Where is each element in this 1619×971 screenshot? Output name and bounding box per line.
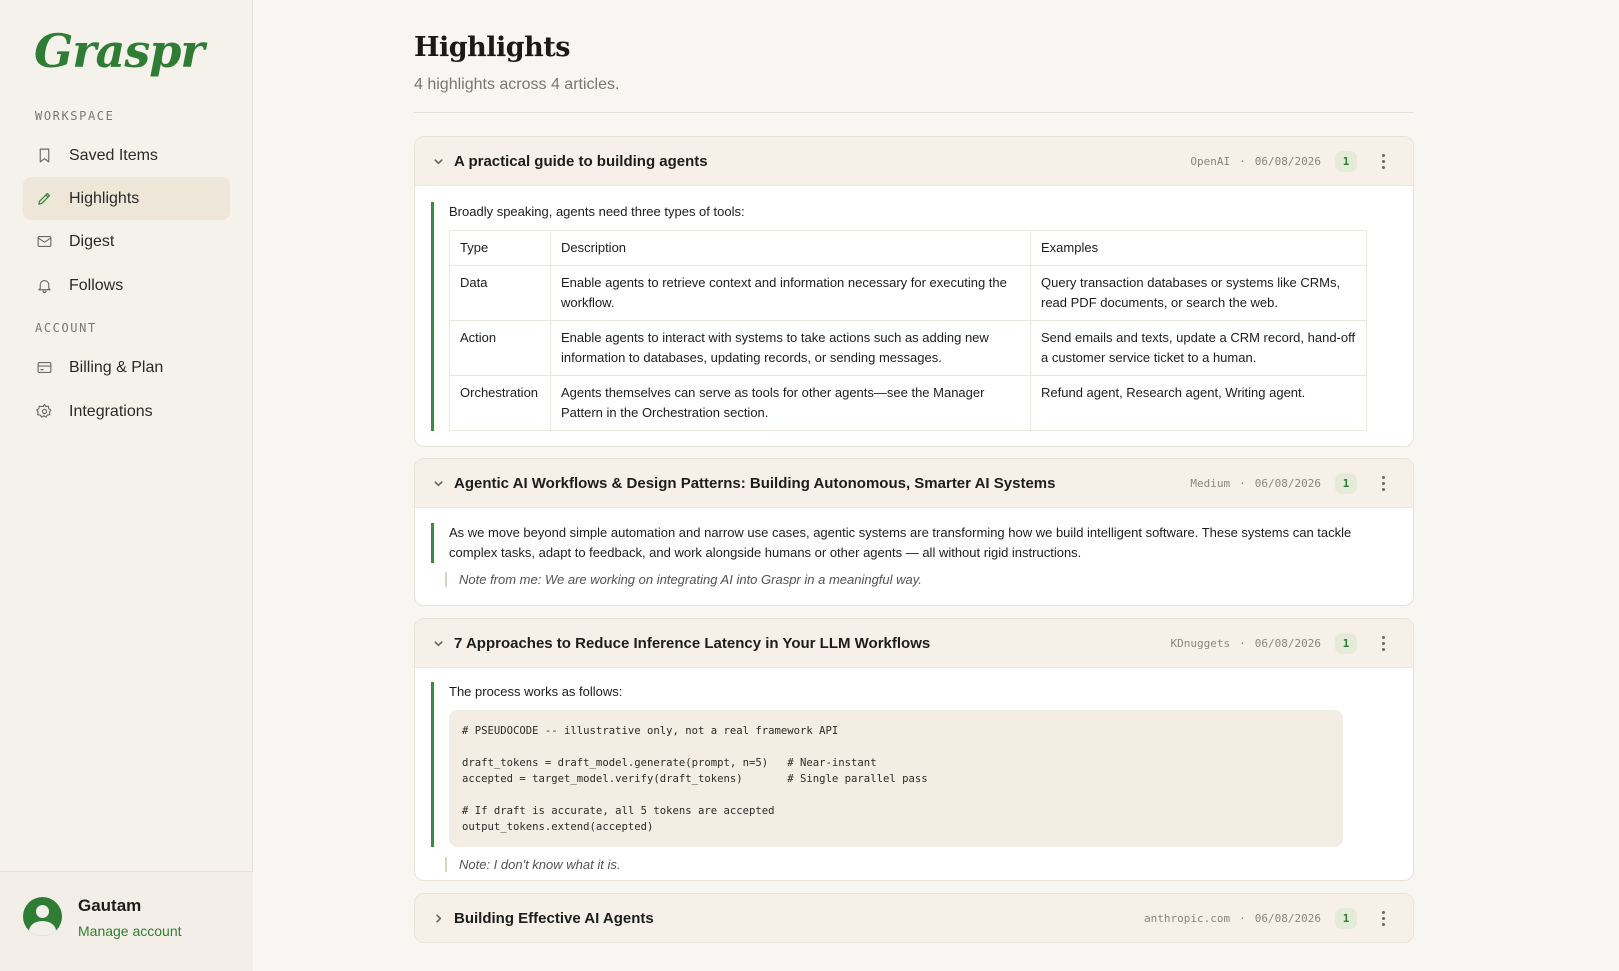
article-meta: Medium · 06/08/2026 <box>1190 477 1321 490</box>
article-date: 06/08/2026 <box>1254 155 1321 168</box>
article-card-body: As we move beyond simple automation and … <box>415 508 1413 603</box>
chevron-down-icon[interactable] <box>431 636 445 650</box>
article-meta: anthropic.com · 06/08/2026 <box>1144 912 1321 925</box>
article-date: 06/08/2026 <box>1254 912 1321 925</box>
article-title[interactable]: Building Effective AI Agents <box>454 910 654 927</box>
sidebar-item-label: Digest <box>69 232 115 250</box>
article-card-header[interactable]: A practical guide to building agents Ope… <box>415 137 1413 186</box>
page-title: Highlights <box>414 32 570 63</box>
chevron-right-icon[interactable] <box>431 912 445 926</box>
gear-icon <box>35 403 53 421</box>
code-block: # PSEUDOCODE -- illustrative only, not a… <box>449 710 1343 847</box>
article-card: 7 Approaches to Reduce Inference Latency… <box>414 618 1414 881</box>
table-cell: Refund agent, Research agent, Writing ag… <box>1030 375 1367 431</box>
avatar[interactable] <box>23 897 62 936</box>
more-options-icon[interactable] <box>1375 633 1391 654</box>
sidebar-item-label: Follows <box>69 276 124 294</box>
sidebar-item-label: Saved Items <box>69 146 158 164</box>
article-card-header[interactable]: 7 Approaches to Reduce Inference Latency… <box>415 619 1413 668</box>
article-meta: KDnuggets · 06/08/2026 <box>1170 637 1321 650</box>
user-panel: Gautam Manage account <box>0 871 253 971</box>
more-options-icon[interactable] <box>1375 151 1391 172</box>
article-source: anthropic.com <box>1144 912 1231 925</box>
sidebar-item-follows[interactable]: Follows <box>23 264 230 307</box>
table-cell: Orchestration <box>449 375 551 431</box>
article-source: KDnuggets <box>1170 637 1231 650</box>
table-header-cell: Type <box>449 230 551 266</box>
highlight-text: The process works as follows: <box>449 684 623 699</box>
article-card-body: Broadly speaking, agents need three type… <box>415 186 1413 446</box>
article-card: Building Effective AI Agents anthropic.c… <box>414 893 1414 943</box>
article-card: Agentic AI Workflows & Design Patterns: … <box>414 458 1414 606</box>
table-cell: Data <box>449 265 551 321</box>
sidebar-item-label: Integrations <box>69 402 153 420</box>
article-card-header[interactable]: Agentic AI Workflows & Design Patterns: … <box>415 459 1413 508</box>
account-section-label: ACCOUNT <box>35 321 97 335</box>
sidebar-item-billing[interactable]: Billing & Plan <box>23 346 230 389</box>
sidebar-item-saved-items[interactable]: Saved Items <box>23 134 230 177</box>
chevron-down-icon[interactable] <box>431 476 445 490</box>
highlight-count-badge: 1 <box>1335 908 1357 929</box>
chevron-down-icon[interactable] <box>431 154 445 168</box>
table-cell: Agents themselves can serve as tools for… <box>550 375 1031 431</box>
app-logo[interactable]: Graspr <box>34 24 205 78</box>
sidebar-item-highlights[interactable]: Highlights <box>23 177 230 220</box>
user-name: Gautam <box>78 896 142 915</box>
manage-account-link[interactable]: Manage account <box>78 923 182 939</box>
header-divider <box>414 112 1414 113</box>
table-row: Orchestration Agents themselves can serv… <box>449 375 1367 431</box>
article-meta: OpenAI · 06/08/2026 <box>1190 155 1321 168</box>
bookmark-icon <box>35 147 53 165</box>
highlight-count-badge: 1 <box>1335 633 1357 654</box>
table-cell: Action <box>449 320 551 376</box>
article-title[interactable]: 7 Approaches to Reduce Inference Latency… <box>454 635 930 652</box>
highlight-note: Note from me: We are working on integrat… <box>445 572 1369 587</box>
highlight-block: Broadly speaking, agents need three type… <box>431 202 1369 431</box>
credit-card-icon <box>35 359 53 377</box>
article-title[interactable]: A practical guide to building agents <box>454 153 708 170</box>
highlight-count-badge: 1 <box>1335 473 1357 494</box>
table-header-cell: Examples <box>1030 230 1367 266</box>
more-options-icon[interactable] <box>1375 473 1391 494</box>
article-card-header[interactable]: Building Effective AI Agents anthropic.c… <box>415 894 1413 942</box>
mail-icon <box>35 233 53 251</box>
article-card: A practical guide to building agents Ope… <box>414 136 1414 447</box>
table-cell: Query transaction databases or systems l… <box>1030 265 1367 321</box>
more-options-icon[interactable] <box>1375 908 1391 929</box>
pencil-icon <box>35 190 53 208</box>
article-card-body: The process works as follows: # PSEUDOCO… <box>415 668 1413 880</box>
highlight-note: Note: I don't know what it is. <box>445 857 1369 872</box>
sidebar-item-label: Highlights <box>69 189 140 207</box>
article-source: Medium <box>1190 477 1231 490</box>
article-title[interactable]: Agentic AI Workflows & Design Patterns: … <box>454 475 1055 492</box>
table-cell: Send emails and texts, update a CRM reco… <box>1030 320 1367 376</box>
highlight-text: As we move beyond simple automation and … <box>449 525 1352 560</box>
article-source: OpenAI <box>1190 155 1231 168</box>
highlight-text: Broadly speaking, agents need three type… <box>449 204 745 219</box>
sidebar-item-digest[interactable]: Digest <box>23 220 230 263</box>
highlight-block: The process works as follows: # PSEUDOCO… <box>431 682 1369 847</box>
bell-icon <box>35 277 53 295</box>
highlight-table: Type Description Examples Data Enable ag… <box>449 230 1367 431</box>
highlight-count-badge: 1 <box>1335 151 1357 172</box>
table-cell: Enable agents to interact with systems t… <box>550 320 1031 376</box>
sidebar: Graspr WORKSPACE Saved Items Highlights … <box>0 0 253 971</box>
workspace-section-label: WORKSPACE <box>35 109 115 123</box>
highlight-block: As we move beyond simple automation and … <box>431 523 1369 563</box>
table-row: Data Enable agents to retrieve context a… <box>449 265 1367 321</box>
sidebar-item-label: Billing & Plan <box>69 358 164 376</box>
page-subtitle: 4 highlights across 4 articles. <box>414 76 620 93</box>
table-header-cell: Description <box>550 230 1031 266</box>
sidebar-item-integrations[interactable]: Integrations <box>23 390 230 433</box>
article-date: 06/08/2026 <box>1254 637 1321 650</box>
table-header-row: Type Description Examples <box>449 230 1367 266</box>
table-cell: Enable agents to retrieve context and in… <box>550 265 1031 321</box>
table-row: Action Enable agents to interact with sy… <box>449 320 1367 376</box>
article-date: 06/08/2026 <box>1254 477 1321 490</box>
